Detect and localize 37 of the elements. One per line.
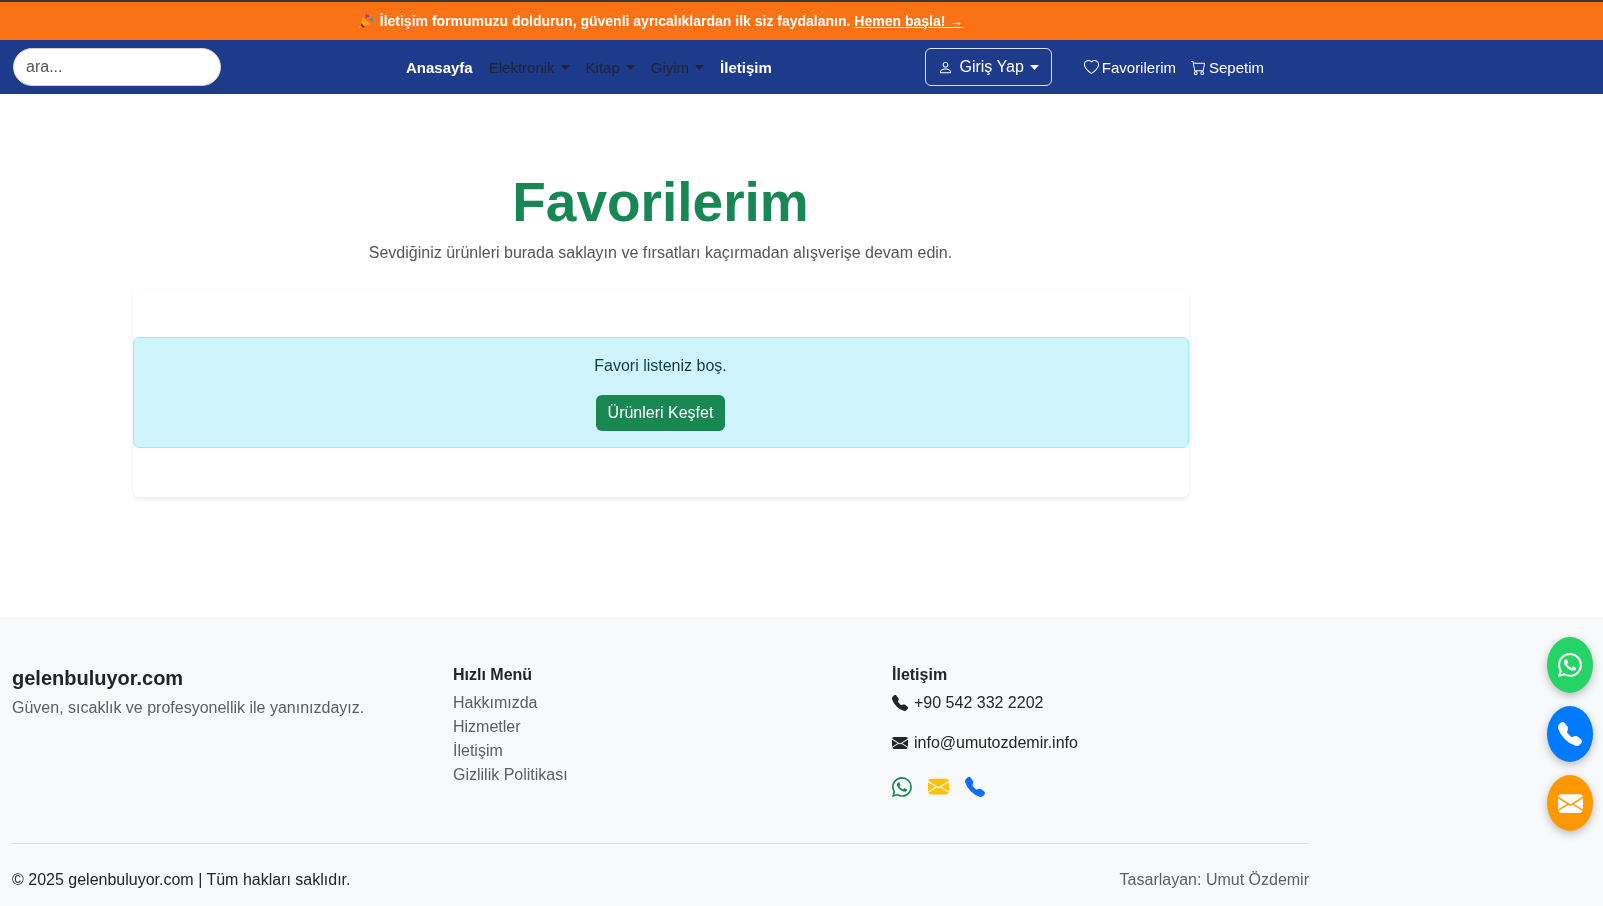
caret-icon xyxy=(1029,64,1039,70)
footer-heading: İletişim xyxy=(892,665,948,685)
caret-icon xyxy=(695,64,705,70)
promo-text: İletişim formumuzu doldurun, güvenli ayrıcalıklardan ilk siz faydalanın. Hemen başla! → xyxy=(379,13,964,29)
whatsapp-icon xyxy=(1558,653,1582,677)
empty-message: Favori listeniz boş. xyxy=(594,356,727,376)
page-subtitle: Sevdiğiniz ürünleri burada saklayın ve fırsatları kaçırmadan alışverişe devam edin. xyxy=(368,243,953,263)
page-title: Favorilerim xyxy=(512,170,809,235)
footer-brand: gelenbuluyor.com xyxy=(12,666,184,691)
footer-tagline: Güven, sıcaklık ve profesyonellik ile yanınızdayız. xyxy=(12,698,365,718)
person-icon xyxy=(938,59,954,75)
nav-link[interactable]: İletişim xyxy=(712,50,780,84)
phone-number: +90 542 332 2202 xyxy=(914,694,1044,712)
explore-button[interactable]: Ürünleri Keşfet xyxy=(595,395,726,431)
whatsapp-icon[interactable] xyxy=(892,776,912,797)
footer-heading: Hızlı Menü xyxy=(453,665,533,685)
favorites-link[interactable]: Favorilerim xyxy=(1083,58,1176,76)
heart-icon xyxy=(1083,59,1099,75)
caret-icon xyxy=(560,64,570,70)
footer-link[interactable]: Hakkımızda xyxy=(453,691,538,715)
party-popper-icon xyxy=(357,13,374,29)
phone-icon xyxy=(1558,722,1582,746)
phone-icon xyxy=(892,695,908,711)
copyright-text: © 2025 gelenbuluyor.com | Tüm hakları saklıdır. xyxy=(12,870,351,890)
cart-icon xyxy=(1190,59,1206,75)
credit-text: Tasarlayan: Umut Özdemir xyxy=(1119,870,1309,890)
envelope-icon xyxy=(892,735,908,751)
footer-link[interactable]: İletişim xyxy=(453,739,503,763)
login-button[interactable]: Giriş Yap xyxy=(925,48,1052,86)
caret-icon xyxy=(625,64,635,70)
footer-link[interactable]: Gizlilik Politikası xyxy=(453,763,568,787)
footer-link[interactable]: Hizmetler xyxy=(453,715,521,739)
search-field[interactable]: ara... xyxy=(13,48,221,86)
phone-icon[interactable] xyxy=(965,776,985,797)
nav-link[interactable]: Anasayfa xyxy=(398,50,481,84)
email-address: info@umutozdemir.info xyxy=(914,734,1078,752)
cart-link[interactable]: Sepetim xyxy=(1190,58,1264,76)
